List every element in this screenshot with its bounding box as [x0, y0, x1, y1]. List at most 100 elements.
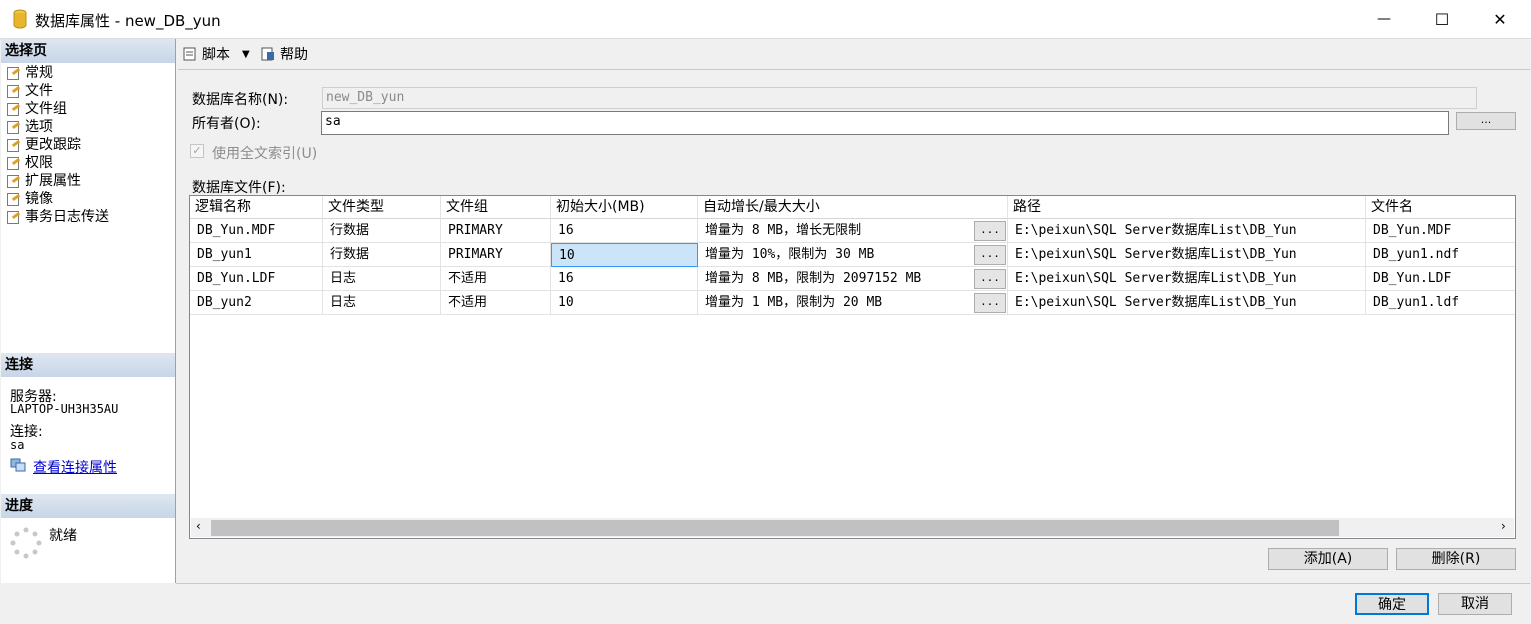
cell-filegroup[interactable]: 不适用: [441, 291, 551, 315]
page-item-label: 更改跟踪: [25, 137, 81, 153]
owner-field[interactable]: sa: [321, 111, 1449, 135]
cell-autogrowth[interactable]: 增量为 8 MB，限制为 2097152 MB...: [698, 267, 1008, 291]
cell-autogrowth[interactable]: 增量为 1 MB，限制为 20 MB...: [698, 291, 1008, 315]
scrollbar-thumb[interactable]: [211, 520, 1339, 536]
column-header[interactable]: 初始大小(MB): [551, 196, 698, 219]
cell-logical-name[interactable]: DB_yun2: [190, 291, 323, 315]
autogrowth-browse-button[interactable]: ...: [974, 221, 1006, 241]
footer-divider: [176, 583, 1530, 584]
page-icon: [5, 102, 21, 116]
connection-header: 连接: [1, 353, 175, 377]
toolbar: 脚本 ▼ 帮助: [176, 39, 1530, 69]
help-label: 帮助: [280, 47, 308, 63]
progress-status: 就绪: [49, 528, 77, 544]
close-button[interactable]: ✕: [1471, 0, 1529, 38]
page-item[interactable]: 更改跟踪: [5, 136, 81, 154]
autogrowth-browse-button[interactable]: ...: [974, 269, 1006, 289]
page-item[interactable]: 镜像: [5, 190, 53, 208]
cell-filegroup[interactable]: PRIMARY: [441, 219, 551, 243]
owner-label: 所有者(O):: [192, 116, 261, 132]
cell-autogrowth[interactable]: 增量为 8 MB，增长无限制...: [698, 219, 1008, 243]
page-item-label: 权限: [25, 155, 53, 171]
fulltext-checkbox[interactable]: ✓: [190, 144, 204, 158]
maximize-button[interactable]: ☐: [1413, 0, 1471, 38]
cell-text: 行数据: [330, 223, 370, 238]
cell-file-type[interactable]: 行数据: [323, 219, 441, 243]
cell-initial-size[interactable]: 16: [551, 267, 698, 291]
page-icon: [5, 138, 21, 152]
cell-text: 增量为 8 MB，限制为 2097152 MB: [705, 271, 922, 286]
page-item[interactable]: 选项: [5, 118, 53, 136]
cell-file-type[interactable]: 行数据: [323, 243, 441, 267]
left-panel: 选择页 常规 文件 文件组 选项 更改跟踪 权限 扩展属性 镜像 事务日志传送 连接 服务器: …: [1, 39, 176, 583]
server-value: LAPTOP-UH3H35AU: [10, 402, 119, 416]
database-files-grid: 逻辑名称 文件类型 文件组 初始大小(MB) 自动增长/最大大小 路径 文件名 DB_Yun.…: [189, 195, 1516, 539]
cell-logical-name[interactable]: DB_Yun.LDF: [190, 267, 323, 291]
cell-file-type[interactable]: 日志: [323, 267, 441, 291]
cell-text: 日志: [330, 271, 357, 286]
autogrowth-browse-button[interactable]: ...: [974, 293, 1006, 313]
minimize-button[interactable]: —: [1355, 0, 1413, 38]
view-connection-properties-link[interactable]: 查看连接属性: [33, 457, 117, 477]
add-file-button[interactable]: 添加(A): [1268, 548, 1388, 570]
page-icon: [5, 210, 21, 224]
db-name-field: new_DB_yun: [322, 87, 1477, 109]
owner-browse-button[interactable]: ...: [1456, 112, 1516, 130]
cell-initial-size[interactable]: 10: [551, 291, 698, 315]
script-button[interactable]: 脚本: [182, 44, 230, 64]
page-item[interactable]: 扩展属性: [5, 172, 81, 190]
cell-path[interactable]: E:\peixun\SQL Server数据库List\DB_Yun: [1008, 219, 1366, 243]
minimize-icon: —: [1377, 11, 1391, 27]
page-item[interactable]: 文件: [5, 82, 53, 100]
script-label: 脚本: [202, 47, 230, 63]
close-icon: ✕: [1493, 9, 1507, 29]
fulltext-label: 使用全文索引(U): [212, 146, 318, 162]
cell-file-name[interactable]: DB_yun1.ndf: [1366, 243, 1515, 267]
cell-file-name[interactable]: DB_Yun.MDF: [1366, 219, 1515, 243]
cell-filegroup[interactable]: 不适用: [441, 267, 551, 291]
column-header[interactable]: 文件名: [1366, 196, 1515, 219]
cell-path[interactable]: E:\peixun\SQL Server数据库List\DB_Yun: [1008, 243, 1366, 267]
maximize-icon: ☐: [1434, 9, 1450, 29]
scroll-right-icon[interactable]: ›: [1501, 519, 1506, 533]
cell-text: 增量为 1 MB，限制为 20 MB: [705, 295, 883, 310]
cell-autogrowth[interactable]: 增量为 10%，限制为 30 MB...: [698, 243, 1008, 267]
page-item[interactable]: 文件组: [5, 100, 67, 118]
cell-text: DB_yun2: [197, 295, 252, 310]
column-header[interactable]: 自动增长/最大大小: [698, 196, 1008, 219]
progress-header: 进度: [1, 494, 175, 518]
column-header[interactable]: 逻辑名称: [190, 196, 323, 219]
cell-logical-name[interactable]: DB_Yun.MDF: [190, 219, 323, 243]
scroll-left-icon[interactable]: ‹: [196, 519, 201, 533]
page-item-label: 文件: [25, 83, 53, 99]
autogrowth-browse-button[interactable]: ...: [974, 245, 1006, 265]
column-header[interactable]: 路径: [1008, 196, 1366, 219]
page-item[interactable]: 权限: [5, 154, 53, 172]
column-header[interactable]: 文件组: [441, 196, 551, 219]
page-item[interactable]: 事务日志传送: [5, 208, 109, 226]
cell-file-type[interactable]: 日志: [323, 291, 441, 315]
page-item[interactable]: 常规: [5, 64, 53, 82]
cell-file-name[interactable]: DB_Yun.LDF: [1366, 267, 1515, 291]
cell-text: 16: [558, 223, 574, 238]
cell-path[interactable]: E:\peixun\SQL Server数据库List\DB_Yun: [1008, 267, 1366, 291]
cell-path[interactable]: E:\peixun\SQL Server数据库List\DB_Yun: [1008, 291, 1366, 315]
window-title: 数据库属性 - new_DB_yun: [35, 12, 221, 30]
ok-button[interactable]: 确定: [1355, 593, 1429, 615]
page-item-label: 扩展属性: [25, 173, 81, 189]
cell-initial-size[interactable]: 10: [551, 243, 698, 267]
help-button[interactable]: 帮助: [260, 44, 308, 64]
script-dropdown[interactable]: ▼: [242, 44, 250, 64]
page-item-label: 文件组: [25, 101, 67, 117]
cell-initial-size[interactable]: 16: [551, 219, 698, 243]
cell-filegroup[interactable]: PRIMARY: [441, 243, 551, 267]
cancel-button[interactable]: 取消: [1438, 593, 1512, 615]
cell-logical-name[interactable]: DB_yun1: [190, 243, 323, 267]
connection-properties-icon: [10, 458, 26, 472]
remove-file-button[interactable]: 删除(R): [1396, 548, 1516, 570]
horizontal-scrollbar[interactable]: ‹ ›: [191, 518, 1514, 537]
chevron-down-icon: ▼: [242, 48, 250, 60]
cell-file-name[interactable]: DB_yun1.ldf: [1366, 291, 1515, 315]
page-icon: [5, 84, 21, 98]
column-header[interactable]: 文件类型: [323, 196, 441, 219]
